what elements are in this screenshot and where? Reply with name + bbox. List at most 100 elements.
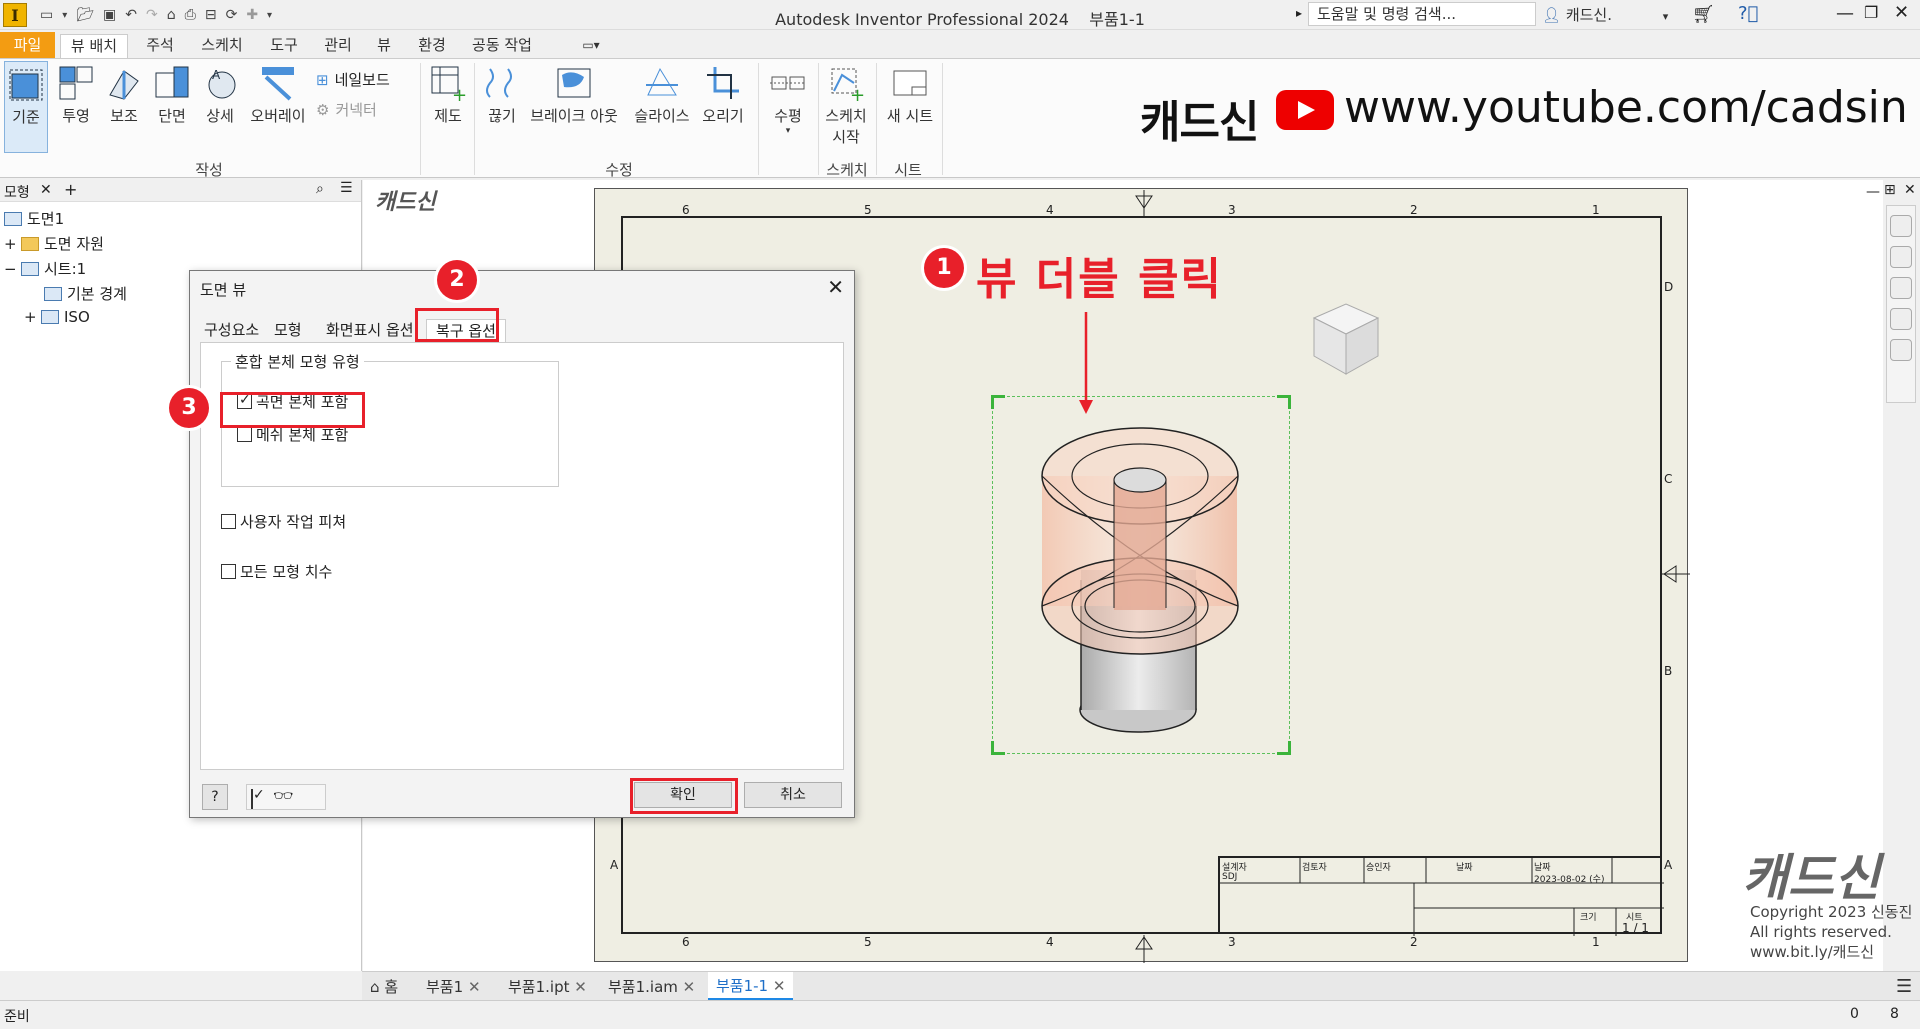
close-icon[interactable]: ✕ [40, 182, 52, 198]
zoom-all-icon[interactable] [1890, 308, 1912, 330]
doc-tab-part1-1[interactable]: 부품1-1 ✕ [708, 972, 794, 1001]
status-count-2: 8 [1890, 1006, 1899, 1022]
user-work-features-checkbox[interactable]: 사용자 작업 피쳐 [221, 511, 346, 532]
connector-button[interactable]: ⚙︎ 커넥터 [316, 99, 377, 120]
collapse-icon[interactable]: − [4, 260, 17, 278]
auxiliary-view-button[interactable]: 보조 [104, 61, 144, 126]
customize-icon[interactable]: ▾ [267, 10, 272, 21]
new-sheet-button[interactable]: 새 시트 [880, 61, 940, 126]
tab-view-layout[interactable]: 뷰 배치 [60, 34, 128, 58]
tree-item-default-border[interactable]: 기본 경계 [44, 283, 127, 304]
save-icon[interactable]: ▣ [103, 7, 116, 23]
tab-menu-icon[interactable]: ☰ [1896, 976, 1912, 998]
tree-item-drawing-resources[interactable]: + 도면 자원 [4, 233, 104, 254]
menu-icon[interactable]: ☰ [340, 180, 353, 196]
help-button[interactable]: ? [202, 784, 228, 810]
close-window-icon[interactable]: ✕ [1894, 2, 1909, 23]
separator [420, 63, 421, 175]
tree-item-drawing[interactable]: 도면1 [4, 208, 64, 229]
open-icon[interactable]: 📂︎ [76, 7, 94, 23]
close-icon[interactable]: ✕ [773, 977, 786, 995]
tab-environments[interactable]: 환경 [412, 34, 452, 58]
tab-model[interactable]: 모형 [274, 319, 314, 343]
expand-icon[interactable]: + [4, 235, 17, 253]
preview-toggle[interactable]: 👓︎ [246, 784, 326, 810]
new-icon[interactable]: ▭ [40, 7, 53, 23]
undo-icon[interactable]: ↶ [125, 7, 137, 23]
zoom-icon[interactable] [1890, 277, 1912, 299]
horizontal-button[interactable]: 수평 ▾ [764, 61, 812, 136]
all-model-dimensions-checkbox[interactable]: 모든 모형 치수 [221, 561, 332, 582]
projected-view-button[interactable]: 투영 [54, 61, 98, 126]
view-cube-icon[interactable] [1306, 296, 1386, 382]
doc-tab-part1-ipt[interactable]: 부품1.ipt ✕ [508, 976, 587, 998]
print-icon[interactable]: ⎙ [185, 7, 196, 23]
restore-doc-icon[interactable]: ⊞ [1884, 182, 1896, 198]
draft-label: 제도 [434, 107, 462, 125]
tab-annotate[interactable]: 주석 [140, 34, 180, 58]
help-icon[interactable]: ?⃝ [1738, 3, 1758, 24]
close-doc-icon[interactable]: ✕ [1904, 182, 1916, 198]
ribbon-tab-bar: 파일 뷰 배치 주석 스케치 도구 관리 뷰 환경 공동 작업 ▭▾ [0, 32, 1920, 58]
section-view-button[interactable]: 단면 [150, 61, 194, 126]
update-icon[interactable]: ⟳ [226, 7, 238, 23]
dialog-close-button[interactable]: ✕ [827, 275, 844, 299]
tree-item-sheet[interactable]: − 시트:1 [4, 258, 86, 279]
user-icon: 👤︎ [1542, 6, 1562, 24]
restore-icon[interactable]: ❐ [1864, 3, 1878, 22]
close-icon[interactable]: ✕ [574, 978, 587, 996]
user-account[interactable]: 👤︎ 캐드신. ▾ [1542, 4, 1668, 25]
doc-tab-part1[interactable]: 부품1 ✕ [426, 976, 481, 998]
overlay-view-button[interactable]: 오버레이 [246, 61, 310, 126]
navigation-bar [1886, 205, 1916, 403]
minimize-icon[interactable]: — [1836, 3, 1854, 24]
minimize-doc-icon[interactable]: — [1866, 184, 1880, 200]
tab-display-options[interactable]: 화면표시 옵션 [326, 319, 426, 343]
doc-tab-home[interactable]: ⌂ 홈 [370, 976, 398, 998]
step-3-badge: 3 [169, 388, 209, 428]
add-tab-icon[interactable]: + [64, 180, 77, 199]
break-button[interactable]: 끊기 [480, 61, 524, 126]
panel-toggle-icon[interactable]: ▭▾ [574, 34, 608, 58]
close-icon[interactable]: ✕ [683, 978, 696, 996]
redo-icon[interactable]: ↷ [146, 7, 158, 23]
app-icon[interactable]: I [3, 3, 27, 27]
tab-component[interactable]: 구성요소 [204, 319, 264, 343]
close-icon[interactable]: ✕ [468, 978, 481, 996]
help-search-input[interactable]: 도움말 및 명령 검색... [1308, 2, 1536, 26]
crop-button[interactable]: 오리기 [698, 61, 748, 126]
home-icon[interactable]: ⌂ [167, 7, 176, 23]
window-title: Autodesk Inventor Professional 2024 [775, 10, 1069, 29]
nailboard-button[interactable]: ⊞ 네일보드 [316, 69, 390, 90]
tab-view[interactable]: 뷰 [372, 34, 396, 58]
zone-label: 4 [1046, 203, 1054, 217]
base-view-button[interactable]: 기준 [4, 61, 48, 153]
doc-tab-part1-iam[interactable]: 부품1.iam ✕ [608, 976, 695, 998]
tab-file[interactable]: 파일 [0, 32, 55, 58]
dropdown-icon[interactable]: ▾ [62, 10, 67, 21]
measure-icon[interactable]: ⊟ [205, 7, 217, 23]
break-out-button[interactable]: 브레이크 아웃 [528, 61, 620, 126]
promo-url[interactable]: www.youtube.com/cadsin [1344, 82, 1908, 133]
search-icon[interactable]: ⌕ [316, 181, 324, 197]
cancel-button[interactable]: 취소 [744, 782, 842, 808]
slice-button[interactable]: 슬라이스 [630, 61, 694, 126]
start-sketch-button[interactable]: + 스케치 시작 [820, 61, 872, 147]
tab-tools[interactable]: 도구 [264, 34, 304, 58]
folder-icon [21, 236, 39, 251]
pan-icon[interactable] [1890, 246, 1912, 268]
cart-icon[interactable]: 🛒︎ [1692, 4, 1715, 25]
plus-icon[interactable]: ✚ [246, 7, 258, 23]
tab-manage[interactable]: 관리 [318, 34, 358, 58]
tree-item-iso[interactable]: + ISO [24, 308, 90, 326]
tab-sketch[interactable]: 스케치 [196, 34, 248, 58]
steering-wheel-icon[interactable] [1890, 215, 1912, 237]
browser-tab-model[interactable]: 모형 [4, 182, 30, 202]
zoom-window-icon[interactable] [1890, 339, 1912, 361]
detail-view-button[interactable]: A 상세 [198, 61, 242, 126]
tab-collaborate[interactable]: 공동 작업 [466, 34, 538, 58]
draft-button[interactable]: + 제도 [426, 61, 470, 126]
expand-icon[interactable]: + [24, 308, 37, 326]
new-sheet-icon [892, 65, 928, 101]
zone-label: C [1664, 472, 1673, 486]
